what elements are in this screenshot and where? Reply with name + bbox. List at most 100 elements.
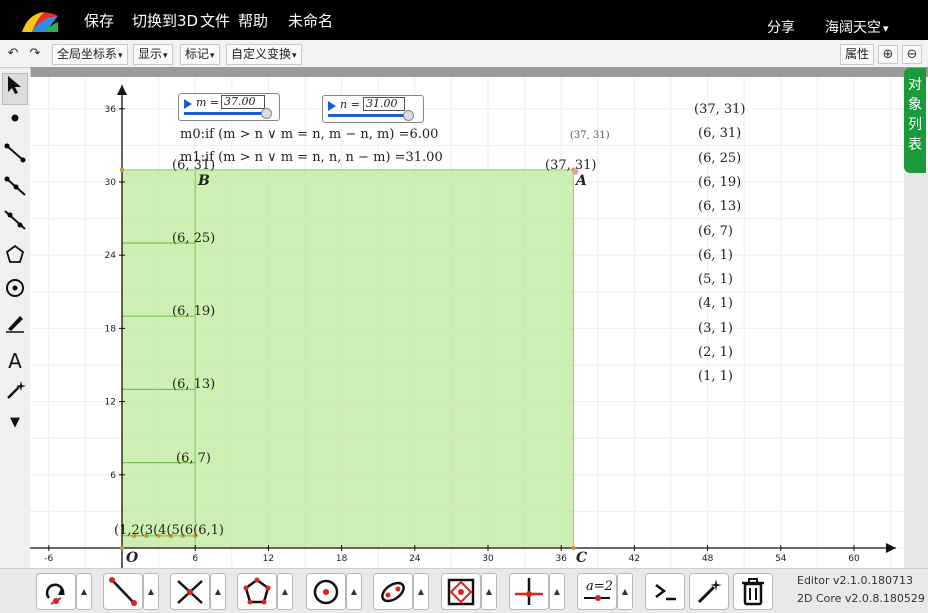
coord-list-item[interactable]: (2, 1): [698, 345, 733, 360]
coordinate-plane[interactable]: -6 6 12 18 24 30 36 42 48 54 60 6 12 18 24 30 36: [30, 77, 904, 570]
x-tick-label: 30: [482, 554, 494, 564]
right-side-strip: [904, 173, 928, 570]
segment-tool-expand-icon[interactable]: ▲: [143, 573, 159, 610]
x-tick-label: 54: [775, 554, 787, 564]
coord-list-item[interactable]: (3, 1): [698, 321, 733, 336]
pen-tool-icon[interactable]: [2, 311, 28, 341]
document-title[interactable]: 未命名: [288, 10, 333, 31]
line-tool-icon[interactable]: [2, 209, 28, 239]
share-button[interactable]: 分享: [767, 17, 795, 37]
perpendicular-icon[interactable]: [509, 573, 549, 610]
point-a-label[interactable]: A: [576, 173, 587, 189]
origin-label[interactable]: O: [126, 550, 138, 566]
switch-3d-menu[interactable]: 切换到3D: [132, 10, 198, 31]
slider-n-label: n =: [340, 98, 360, 111]
object-tab-char: 列: [908, 117, 922, 133]
formula-m1[interactable]: m1:if (m > n ∨ m = n, n, n − m) =31.00: [180, 150, 443, 165]
ray-tool-icon[interactable]: [2, 175, 28, 205]
user-menu[interactable]: 海阔天空: [825, 17, 889, 37]
slider-m-value[interactable]: 37.00: [221, 95, 265, 109]
label-bottom-cluster[interactable]: (1,2(3(4(5(6(6,1): [114, 523, 224, 538]
coord-list-item[interactable]: (6, 25): [698, 151, 741, 166]
slider-n-knob[interactable]: [403, 110, 414, 121]
show-dropdown[interactable]: 显示: [133, 44, 173, 65]
perpendicular-tool-expand-icon[interactable]: ▲: [549, 573, 565, 610]
label-6-13[interactable]: (6, 13): [172, 377, 215, 392]
intersect-icon[interactable]: [170, 573, 210, 610]
label-6-19[interactable]: (6, 19): [172, 304, 215, 319]
top-gap-strip: [30, 67, 928, 77]
circle-tool-icon[interactable]: [2, 277, 28, 307]
point-marker: [571, 545, 576, 551]
slider-n-track[interactable]: [328, 114, 408, 117]
polygon-tool-expand-icon[interactable]: ▲: [277, 573, 293, 610]
slider-icon[interactable]: a=2: [577, 573, 617, 610]
input-bar-icon[interactable]: [645, 573, 685, 610]
help-menu[interactable]: 帮助: [238, 10, 268, 31]
move-tool-expand-icon[interactable]: ▲: [76, 573, 92, 610]
properties-button[interactable]: 属性: [840, 44, 875, 65]
segment-icon[interactable]: [103, 573, 143, 610]
x-tick-label: -6: [44, 554, 53, 564]
move-around-icon[interactable]: [36, 573, 76, 610]
app-logo-icon[interactable]: [14, 6, 60, 36]
zoom-out-icon[interactable]: ⊖: [902, 45, 922, 64]
point-b-label[interactable]: B: [198, 173, 210, 189]
point-c-label[interactable]: C: [576, 550, 587, 566]
coord-list-item[interactable]: (6, 7): [698, 224, 733, 239]
point-a-coord-label[interactable]: (37, 31): [545, 158, 597, 173]
segment-tool-icon[interactable]: [2, 142, 28, 172]
x-tick-label: 24: [409, 554, 421, 564]
play-icon[interactable]: [184, 99, 192, 109]
circle-tool-expand-icon[interactable]: ▲: [346, 573, 362, 610]
label-6-7[interactable]: (6, 7): [176, 451, 211, 466]
slider-n[interactable]: n = 31.00: [322, 95, 424, 123]
coord-list-item[interactable]: (37, 31): [694, 102, 746, 117]
slider-m-track[interactable]: [184, 112, 266, 115]
slider-m-knob[interactable]: [261, 108, 272, 119]
object-list-tab[interactable]: 对 象 列 表: [904, 68, 926, 173]
slider-m[interactable]: m = 37.00: [178, 93, 280, 121]
ellipse-tool-expand-icon[interactable]: ▲: [413, 573, 429, 610]
polygon-icon[interactable]: [237, 573, 277, 610]
y-tick-label: 6: [110, 471, 116, 481]
slider-tool-expand-icon[interactable]: ▲: [617, 573, 633, 610]
coord-list-item[interactable]: (6, 13): [698, 199, 741, 214]
graphics-view[interactable]: -6 6 12 18 24 30 36 42 48 54 60 6 12 18 24 30 36 m = 37.…: [30, 77, 904, 570]
undo-icon[interactable]: ↶: [4, 45, 22, 62]
point-tool-icon[interactable]: [2, 108, 28, 138]
zoom-in-icon[interactable]: ⊕: [878, 45, 898, 64]
coord-system-dropdown[interactable]: 全局坐标系: [52, 44, 128, 65]
slider-n-value[interactable]: 31.00: [363, 97, 405, 111]
label-6-25[interactable]: (6, 25): [172, 231, 215, 246]
magic-wand-icon[interactable]: [689, 573, 729, 610]
circle-icon[interactable]: [306, 573, 346, 610]
transform-dropdown[interactable]: 自定义变换: [226, 44, 302, 65]
polygon-tool-icon[interactable]: [2, 243, 28, 273]
file-menu[interactable]: 文件: [200, 10, 230, 31]
coord-list-item[interactable]: (6, 31): [698, 126, 741, 141]
select-arrow-icon[interactable]: [2, 73, 28, 105]
coord-list-item[interactable]: (6, 19): [698, 175, 741, 190]
polygon-fill-icon[interactable]: [441, 573, 481, 610]
coord-list-item[interactable]: (5, 1): [698, 272, 733, 287]
core-version: 2D Core v2.0.8.180529: [797, 592, 925, 605]
ellipse-icon[interactable]: [373, 573, 413, 610]
polygon-fill-tool-expand-icon[interactable]: ▲: [481, 573, 497, 610]
trash-icon[interactable]: [733, 573, 773, 610]
menu-bar: 保存 切换到3D 文件 帮助 未命名 分享 海阔天空: [0, 0, 928, 40]
mark-dropdown[interactable]: 标记: [180, 44, 220, 65]
point-b-coord-label[interactable]: (6, 31): [172, 158, 215, 173]
coord-list-item[interactable]: (1, 1): [698, 369, 733, 384]
redo-icon[interactable]: ↷: [26, 45, 44, 62]
save-menu[interactable]: 保存: [84, 10, 114, 31]
coord-list-item[interactable]: (6, 1): [698, 248, 733, 263]
formula-m0[interactable]: m0:if (m > n ∨ m = n, m − n, m) =6.00: [180, 127, 438, 142]
intersect-tool-expand-icon[interactable]: ▲: [210, 573, 226, 610]
play-icon[interactable]: [328, 101, 336, 111]
magic-wand-tool-icon[interactable]: [2, 379, 28, 409]
coord-list-item[interactable]: (4, 1): [698, 296, 733, 311]
text-tool-icon[interactable]: A: [2, 346, 28, 376]
more-tools-chevron-icon[interactable]: ▼: [2, 408, 28, 438]
x-tick-label: 60: [848, 554, 860, 564]
